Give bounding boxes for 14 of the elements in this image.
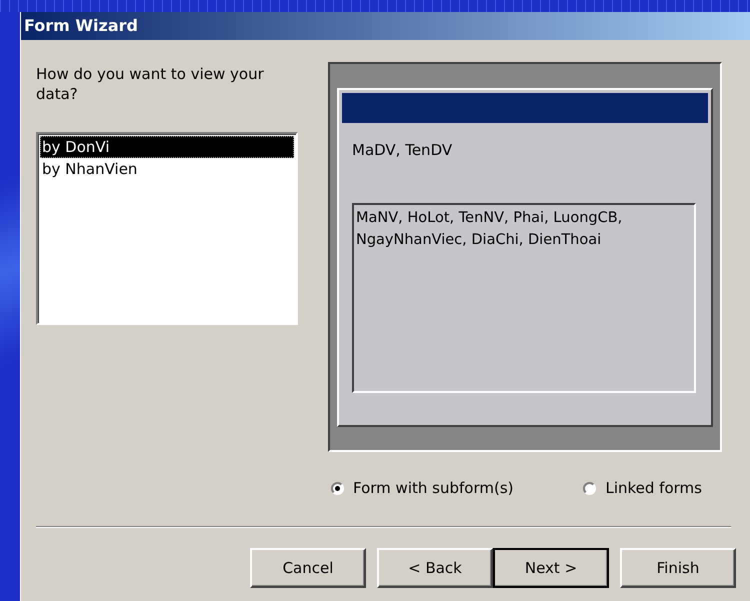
- subform-fields: MaNV, HoLot, TenNV, Phai, LuongCB, NgayNhanViec, DiaChi, DienThoai: [352, 203, 696, 393]
- finish-button[interactable]: Finish: [620, 548, 736, 588]
- window-title: Form Wizard: [21, 12, 750, 40]
- list-item[interactable]: by NhanVien: [40, 158, 294, 180]
- cancel-button[interactable]: Cancel: [250, 548, 366, 588]
- next-button[interactable]: Next >: [493, 548, 609, 588]
- radio-label[interactable]: Linked forms: [605, 479, 702, 497]
- radio-label[interactable]: Form with subform(s): [353, 479, 514, 497]
- radio-button[interactable]: [331, 482, 344, 494]
- question-label: How do you want to view your data?: [36, 64, 265, 105]
- back-button[interactable]: < Back: [377, 548, 493, 588]
- main-form-fields: MaDV, TenDV: [352, 141, 452, 159]
- list-item[interactable]: by DonVi: [40, 136, 294, 158]
- radio-button[interactable]: [583, 482, 596, 494]
